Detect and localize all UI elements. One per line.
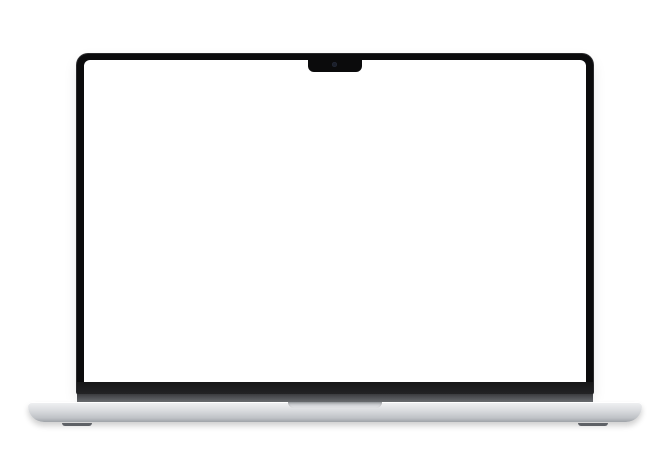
- laptop-screen: [84, 60, 586, 384]
- left-foot: [62, 423, 92, 426]
- laptop-mockup: [0, 0, 670, 456]
- lid-opening-notch: [288, 402, 382, 408]
- right-foot: [578, 423, 608, 426]
- camera-icon: [332, 62, 337, 67]
- bottom-bezel: [77, 382, 593, 394]
- camera-notch: [308, 59, 362, 72]
- laptop-lid: [77, 54, 593, 394]
- laptop-base: [28, 402, 642, 422]
